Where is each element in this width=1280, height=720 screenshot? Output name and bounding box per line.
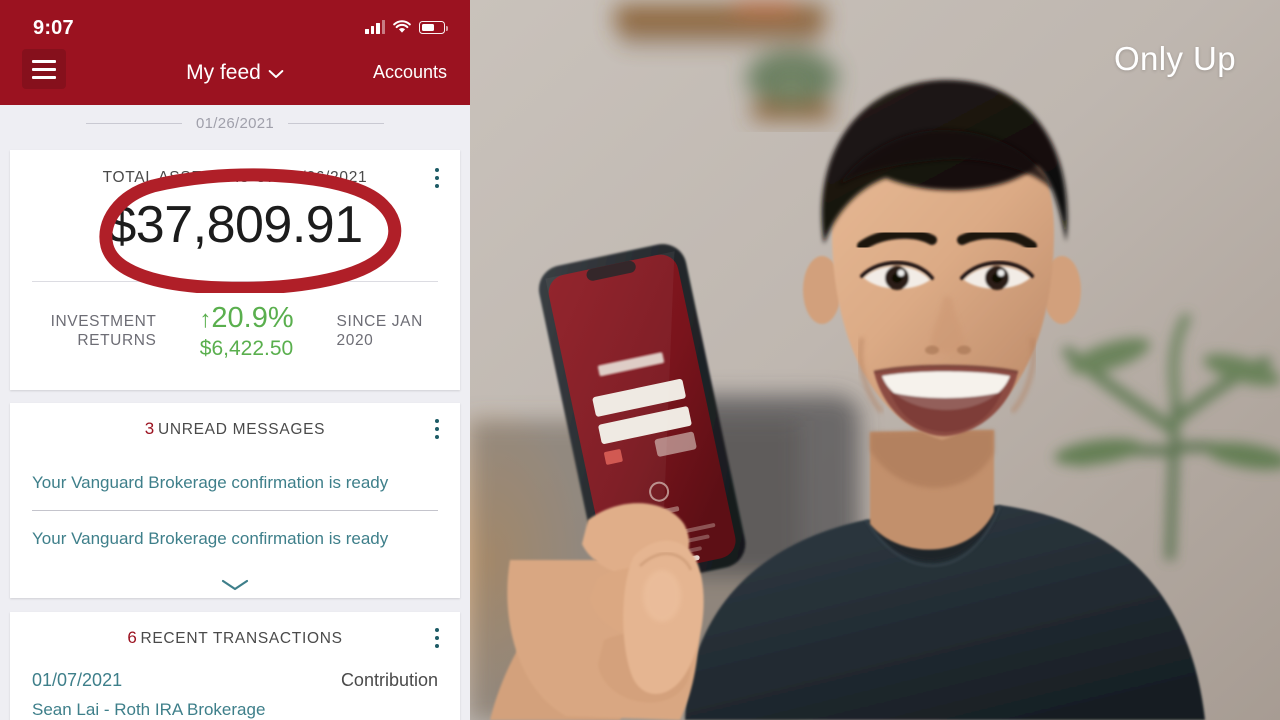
- total-assets-amount: $37,809.91: [107, 196, 363, 254]
- more-options-icon[interactable]: [424, 415, 450, 443]
- app-header: 9:07 My feed Accounts: [0, 0, 470, 105]
- photo-illustration: [470, 0, 1280, 720]
- table-row[interactable]: 01/07/2021 Contribution Sean Lai - Roth …: [10, 664, 460, 720]
- app-nav-bar: My feed Accounts: [0, 40, 470, 105]
- video-caption: Only Up: [1113, 40, 1236, 77]
- returns-since-label: SINCE JAN 2020: [336, 313, 423, 349]
- chevron-down-icon[interactable]: [10, 566, 460, 604]
- accounts-link[interactable]: Accounts: [373, 40, 447, 105]
- divider-rule-left: [85, 122, 182, 124]
- investment-returns-values: ↑20.9% $6,422.50: [177, 302, 317, 362]
- recent-transactions-count: 6: [127, 628, 138, 647]
- signal-bars-icon: [365, 20, 385, 34]
- status-bar-time: 9:07: [33, 17, 74, 39]
- list-item[interactable]: Your Vanguard Brokerage confirmation is …: [10, 455, 460, 510]
- returns-percent: ↑20.9%: [177, 302, 317, 336]
- total-assets-card[interactable]: TOTAL ASSETS AS OF 01/26/2021 $37,809.91…: [10, 150, 460, 390]
- unread-messages-header: 3 UNREAD MESSAGES: [145, 419, 325, 439]
- recent-transactions-card[interactable]: 6 RECENT TRANSACTIONS 01/07/2021 Contribu…: [10, 612, 460, 720]
- wifi-icon: [393, 20, 411, 34]
- arrow-up-icon: ↑: [199, 306, 212, 333]
- list-item[interactable]: Your Vanguard Brokerage confirmation is …: [10, 511, 460, 566]
- more-options-icon[interactable]: [424, 164, 450, 192]
- returns-percent-value: 20.9%: [211, 302, 294, 334]
- feed-title-label: My feed: [186, 60, 261, 84]
- investment-returns-row: INVESTMENT RETURNS ↑20.9% $6,422.50 SINC…: [10, 302, 460, 362]
- thumbnail: [643, 570, 681, 622]
- card-divider: [32, 281, 438, 282]
- chevron-down-icon: [268, 61, 284, 85]
- card-header: 6 RECENT TRANSACTIONS: [10, 612, 460, 664]
- battery-icon: [419, 21, 448, 34]
- unread-messages-header-text: UNREAD MESSAGES: [157, 421, 326, 438]
- recent-transactions-header: 6 RECENT TRANSACTIONS: [127, 628, 342, 648]
- transaction-account: Sean Lai - Roth IRA Brokerage: [32, 700, 266, 719]
- recent-transactions-header-text: RECENT TRANSACTIONS: [140, 630, 343, 647]
- more-options-icon[interactable]: [424, 624, 450, 652]
- status-bar: 9:07: [0, 0, 470, 40]
- feed-date-divider: 01/26/2021: [0, 110, 470, 136]
- investment-returns-label: INVESTMENT RETURNS: [50, 313, 157, 349]
- unread-messages-card[interactable]: 3 UNREAD MESSAGES Your Vanguard Brokerage…: [10, 403, 460, 598]
- webcam-photo: Only Up: [470, 0, 1280, 720]
- video-frame: 9:07 My feed Accounts 01/26/2021 TOTAL A…: [0, 0, 1280, 720]
- transaction-type: Contribution: [340, 670, 438, 690]
- divider-rule-right: [288, 122, 385, 124]
- transaction-summary: 01/07/2021 Contribution: [32, 670, 438, 691]
- card-header: 3 UNREAD MESSAGES: [10, 403, 460, 455]
- total-assets-header: TOTAL ASSETS AS OF 01/26/2021: [102, 169, 368, 186]
- hamburger-menu-icon[interactable]: [22, 49, 66, 89]
- feed-date-label: 01/26/2021: [195, 114, 275, 132]
- unread-messages-count: 3: [144, 419, 155, 438]
- returns-amount: $6,422.50: [199, 337, 294, 360]
- status-bar-icons: [365, 17, 448, 34]
- transaction-date[interactable]: 01/07/2021: [32, 670, 122, 691]
- phone-screen-recording: 9:07 My feed Accounts 01/26/2021 TOTAL A…: [0, 0, 470, 720]
